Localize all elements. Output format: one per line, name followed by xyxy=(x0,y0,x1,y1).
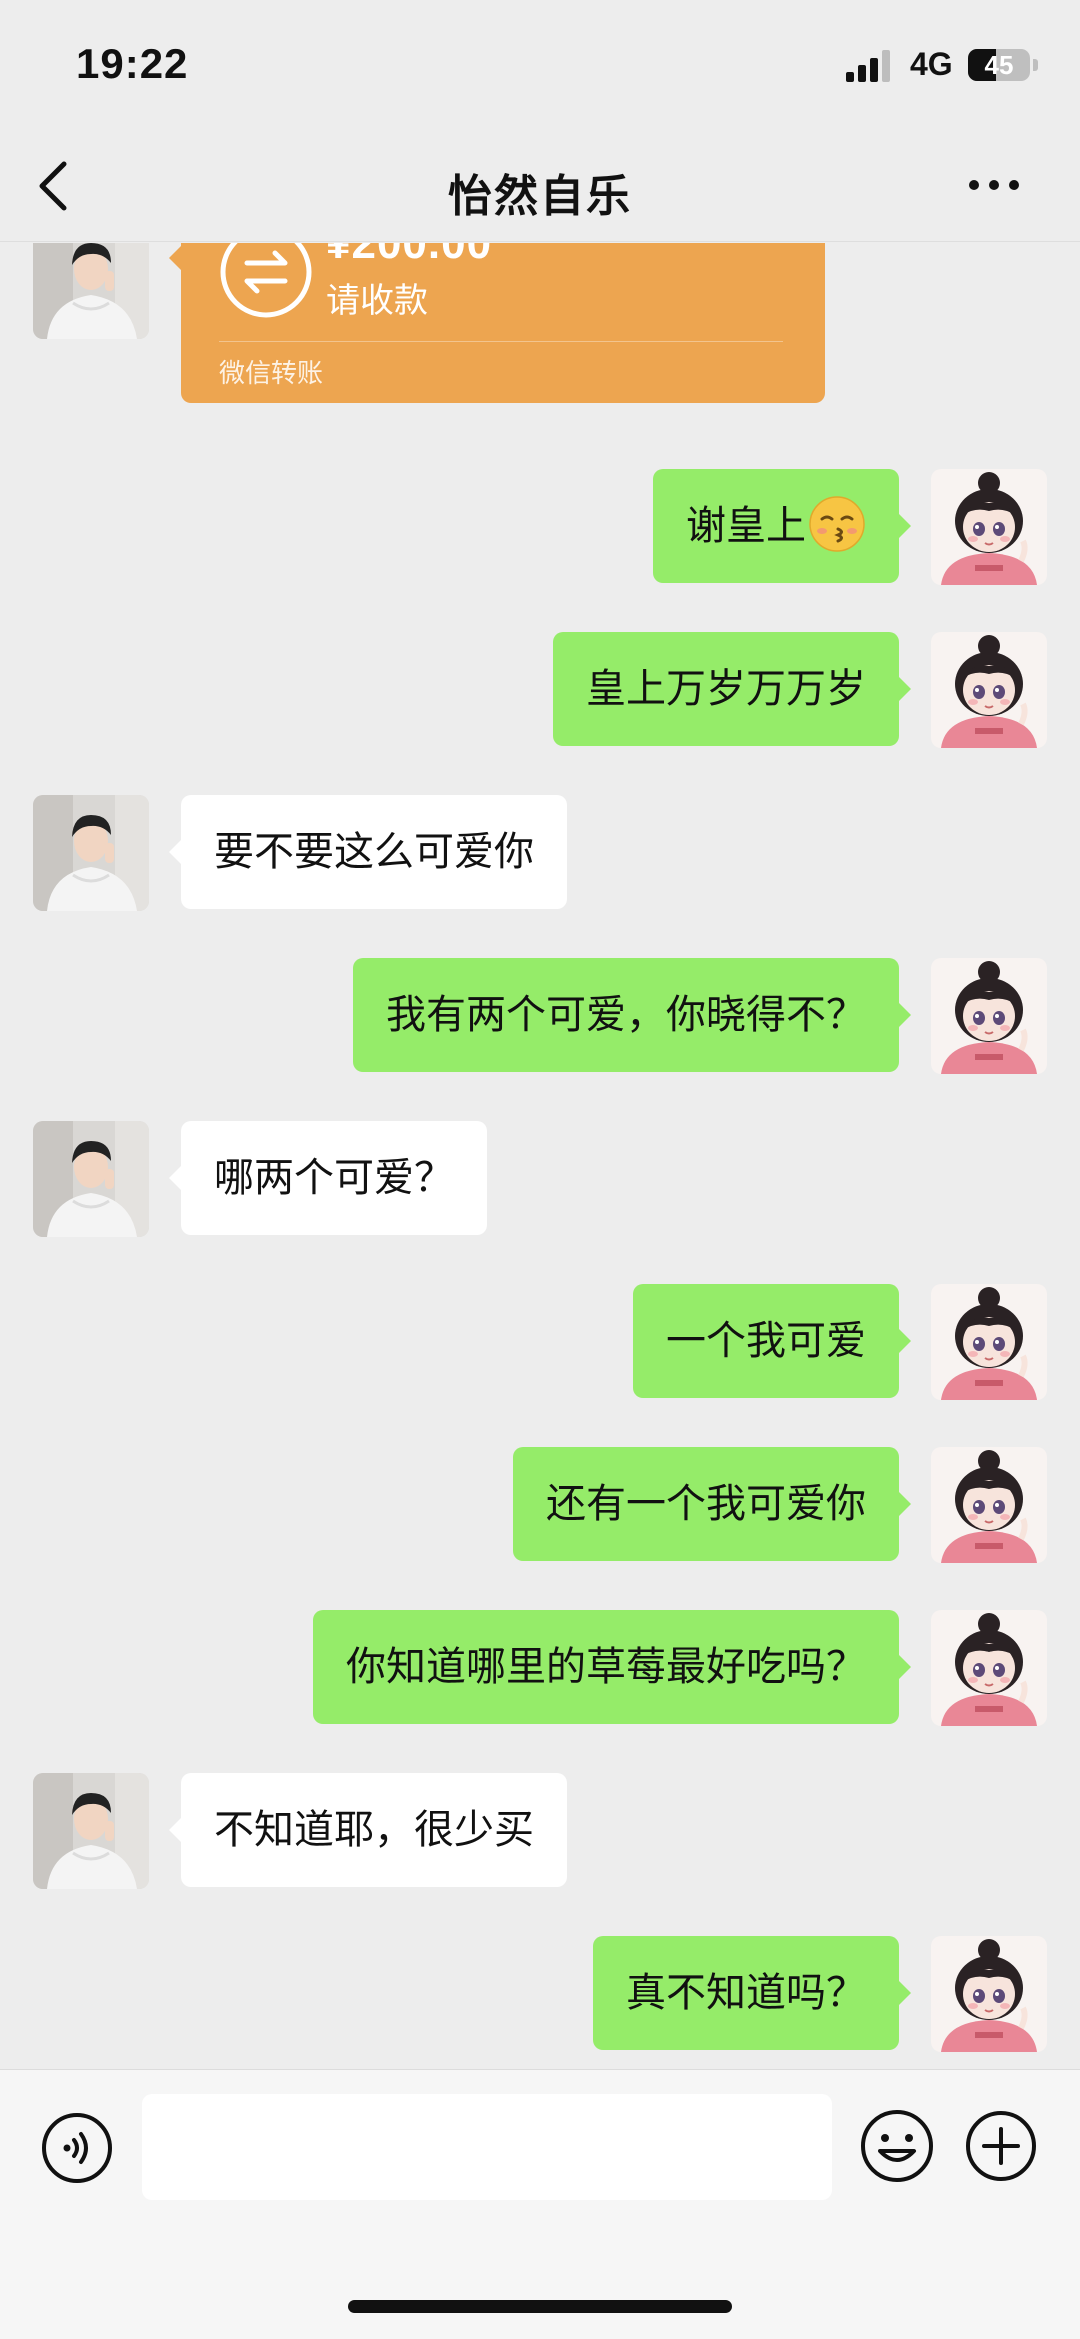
message-row: 还有一个我可爱你 xyxy=(0,1447,1080,1563)
message-row: 皇上万岁万万岁 xyxy=(0,632,1080,748)
transfer-footer: 微信转账 xyxy=(219,359,324,389)
message-row: 真不知道吗？ xyxy=(0,1936,1080,2052)
message-row: 哪两个可爱？ xyxy=(0,1121,1080,1237)
message-bubble[interactable]: 我有两个可爱，你晓得不？ xyxy=(353,958,911,1072)
status-time: 19:22 xyxy=(76,40,189,87)
message-bubble[interactable]: 要不要这么可爱你 xyxy=(169,795,567,909)
message-bubble[interactable]: 还有一个我可爱你 xyxy=(513,1447,911,1561)
my-avatar[interactable] xyxy=(931,958,1047,1074)
my-avatar[interactable] xyxy=(931,632,1047,748)
my-avatar[interactable] xyxy=(931,1936,1047,2052)
message-bubble[interactable]: 不知道耶，很少买 xyxy=(169,1773,567,1887)
transfer-amount: ¥200.00 xyxy=(326,243,493,268)
kissing-face-emoji-icon xyxy=(809,496,865,552)
input-bar xyxy=(0,2069,1080,2339)
my-avatar[interactable] xyxy=(931,1284,1047,1400)
nav-bar: 怡然自乐 xyxy=(0,130,1080,242)
message-text: 真不知道吗？ xyxy=(626,1970,866,2016)
message-bubble[interactable]: 你知道哪里的草莓最好吃吗？ xyxy=(313,1610,911,1724)
message-text: 你知道哪里的草莓最好吃吗？ xyxy=(346,1644,866,1690)
message-bubble[interactable]: 真不知道吗？ xyxy=(593,1936,911,2050)
message-bubble[interactable]: 一个我可爱 xyxy=(633,1284,911,1398)
message-row: 谢皇上 xyxy=(0,469,1080,585)
message-row-transfer: ¥200.00 请收款 微信转账 xyxy=(0,243,1080,403)
battery-icon: 45 xyxy=(968,49,1030,81)
more-dots-icon[interactable] xyxy=(964,170,1024,200)
message-row: 你知道哪里的草莓最好吃吗？ xyxy=(0,1610,1080,1726)
message-text: 我有两个可爱，你晓得不？ xyxy=(386,992,866,1038)
message-row: 不知道耶，很少买 xyxy=(0,1773,1080,1889)
contact-avatar[interactable] xyxy=(33,1773,149,1889)
battery-level: 45 xyxy=(984,50,1014,80)
message-text: 哪两个可爱？ xyxy=(214,1155,454,1201)
plus-icon[interactable] xyxy=(964,2109,1038,2183)
message-text: 谢皇上 xyxy=(686,503,806,549)
message-text: 皇上万岁万万岁 xyxy=(586,666,866,712)
home-indicator[interactable] xyxy=(348,2300,732,2313)
contact-avatar[interactable] xyxy=(33,795,149,911)
message-input[interactable] xyxy=(142,2094,832,2200)
chat-area[interactable]: ¥200.00 请收款 微信转账 谢皇上 皇上万岁万万岁 要不要这么可爱你 我有… xyxy=(0,243,1080,2069)
my-avatar[interactable] xyxy=(931,469,1047,585)
message-text: 不知道耶，很少买 xyxy=(214,1807,534,1853)
network-type: 4G xyxy=(910,46,953,82)
my-avatar[interactable] xyxy=(931,1610,1047,1726)
my-avatar[interactable] xyxy=(931,1447,1047,1563)
battery-cap xyxy=(1033,59,1038,71)
emoji-icon[interactable] xyxy=(858,2107,936,2185)
signal-icon xyxy=(846,50,890,82)
message-bubble[interactable]: 哪两个可爱？ xyxy=(169,1121,487,1235)
message-bubble[interactable]: 皇上万岁万万岁 xyxy=(553,632,911,746)
message-row: 一个我可爱 xyxy=(0,1284,1080,1400)
transfer-card[interactable]: ¥200.00 请收款 微信转账 xyxy=(169,243,825,403)
transfer-arrows-icon xyxy=(220,243,312,318)
message-row: 我有两个可爱，你晓得不？ xyxy=(0,958,1080,1074)
message-bubble[interactable]: 谢皇上 xyxy=(653,469,911,583)
message-row: 要不要这么可爱你 xyxy=(0,795,1080,911)
voice-icon[interactable] xyxy=(40,2111,114,2185)
contact-avatar[interactable] xyxy=(33,243,149,339)
message-text: 还有一个我可爱你 xyxy=(546,1481,866,1527)
message-text: 一个我可爱 xyxy=(666,1318,866,1364)
message-text: 要不要这么可爱你 xyxy=(214,829,534,875)
chat-title: 怡然自乐 xyxy=(448,171,632,222)
transfer-status: 请收款 xyxy=(326,281,428,321)
status-bar: 19:22 4G 45 xyxy=(0,0,1080,130)
contact-avatar[interactable] xyxy=(33,1121,149,1237)
transfer-divider xyxy=(219,341,783,342)
